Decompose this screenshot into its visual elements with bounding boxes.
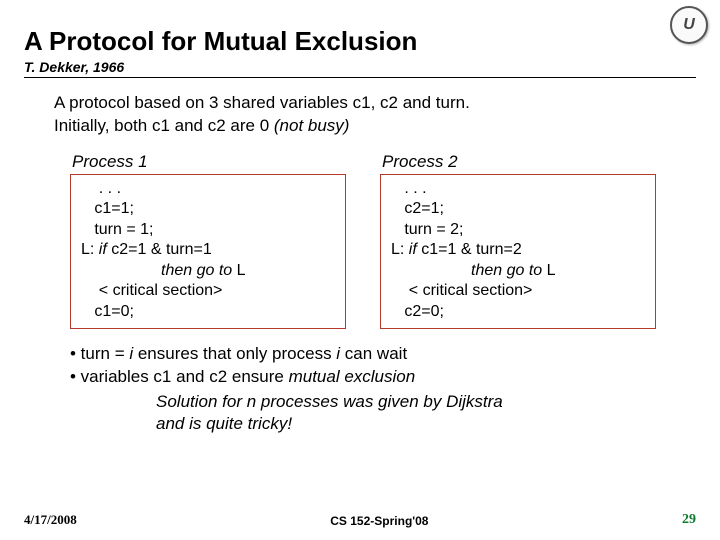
p1-l4a: L: bbox=[81, 241, 99, 258]
process-1-heading: Process 1 bbox=[72, 152, 346, 172]
page-title: A Protocol for Mutual Exclusion bbox=[24, 26, 696, 57]
b1-a: • turn = bbox=[70, 344, 129, 363]
p1-l3: turn = 1; bbox=[81, 221, 153, 238]
bullet-list: • turn = i ensures that only process i c… bbox=[70, 343, 696, 435]
intro-text: A protocol based on 3 shared variables c… bbox=[54, 92, 696, 138]
process-1-code-box: . . . c1=1; turn = 1; L: if c2=1 & turn=… bbox=[70, 174, 346, 329]
title-underline bbox=[24, 77, 696, 78]
p2-l3: turn = 2; bbox=[391, 221, 463, 238]
p2-l7: c2=0; bbox=[391, 303, 444, 320]
bullet-2: • variables c1 and c2 ensure mutual excl… bbox=[70, 366, 696, 389]
intro-line2b: (not busy) bbox=[274, 116, 350, 135]
p2-l4a: L: bbox=[391, 241, 409, 258]
p1-l4c: c2=1 & turn=1 bbox=[107, 241, 212, 258]
p1-l1: . . . bbox=[81, 180, 121, 197]
p2-l6: < critical section> bbox=[391, 282, 532, 299]
p1-l5-then: then go to bbox=[161, 262, 232, 279]
intro-line2a: Initially, both c1 and c2 are 0 bbox=[54, 116, 274, 135]
b2-b: mutual exclusion bbox=[289, 367, 416, 386]
footer-course: CS 152-Spring'08 bbox=[77, 514, 682, 528]
logo-glyph: U bbox=[683, 16, 695, 34]
p2-l5-then: then go to bbox=[471, 262, 542, 279]
bullet-1: • turn = i ensures that only process i c… bbox=[70, 343, 696, 366]
p2-l2: c2=1; bbox=[391, 200, 444, 217]
slide: U A Protocol for Mutual Exclusion T. Dek… bbox=[0, 0, 720, 540]
process-2-heading: Process 2 bbox=[382, 152, 656, 172]
footer-date: 4/17/2008 bbox=[24, 512, 77, 528]
page-subtitle: T. Dekker, 1966 bbox=[24, 59, 696, 75]
b2-a: • variables c1 and c2 ensure bbox=[70, 367, 289, 386]
p1-l5a bbox=[81, 262, 161, 279]
p2-l5c: L bbox=[542, 262, 555, 279]
process-2-code-box: . . . c2=1; turn = 2; L: if c1=1 & turn=… bbox=[380, 174, 656, 329]
process-1-column: Process 1 . . . c1=1; turn = 1; L: if c2… bbox=[70, 152, 346, 329]
p1-l2: c1=1; bbox=[81, 200, 134, 217]
p2-l1: . . . bbox=[391, 180, 427, 197]
p2-l4-if: if bbox=[409, 241, 417, 258]
p2-l5a bbox=[391, 262, 471, 279]
p1-l6: < critical section> bbox=[81, 282, 222, 299]
p1-l5c: L bbox=[232, 262, 245, 279]
p1-l7: c1=0; bbox=[81, 303, 134, 320]
p1-l4-if: if bbox=[99, 241, 107, 258]
institution-logo-icon: U bbox=[670, 6, 708, 44]
b1-e: can wait bbox=[340, 344, 407, 363]
solution-note: Solution for n processes was given by Di… bbox=[156, 391, 696, 435]
process-2-column: Process 2 . . . c2=1; turn = 2; L: if c1… bbox=[380, 152, 656, 329]
b1-c: ensures that only process bbox=[133, 344, 336, 363]
soln-l2: and is quite tricky! bbox=[156, 414, 292, 433]
process-columns: Process 1 . . . c1=1; turn = 1; L: if c2… bbox=[70, 152, 696, 329]
soln-l1: Solution for n processes was given by Di… bbox=[156, 392, 503, 411]
intro-line1: A protocol based on 3 shared variables c… bbox=[54, 93, 470, 112]
p2-l4c: c1=1 & turn=2 bbox=[417, 241, 522, 258]
footer-page-number: 29 bbox=[682, 512, 696, 528]
slide-footer: 4/17/2008 CS 152-Spring'08 29 bbox=[24, 508, 696, 528]
